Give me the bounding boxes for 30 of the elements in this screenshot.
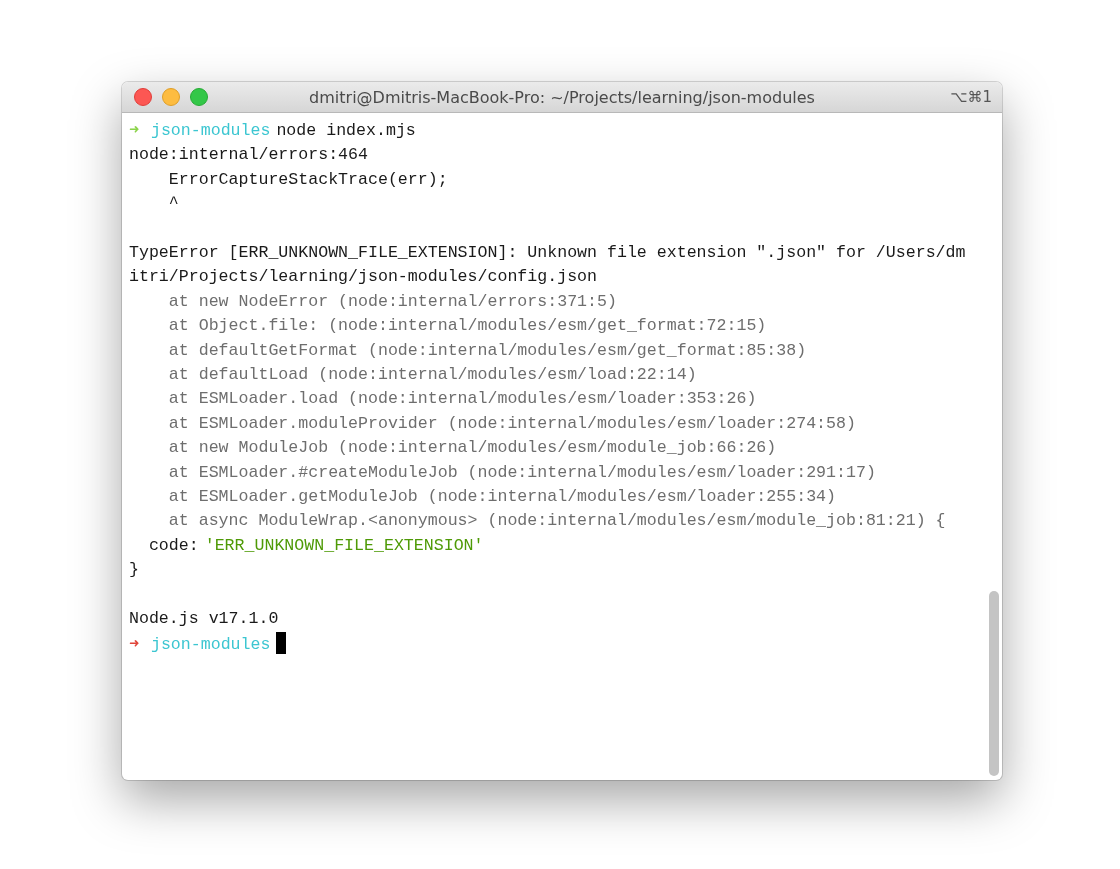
stack-trace-line: at ESMLoader.load (node:internal/modules/esm/loader:353:26) [167,388,758,411]
output-line: itri/Projects/learning/json-modules/config.json [129,266,599,289]
stack-trace-line: at ESMLoader.moduleProvider (node:internal/modules/esm/loader:274:58) [167,412,857,435]
prompt-arrow: ➜ [129,634,139,654]
prompt-directory: json-modules [150,121,271,140]
stack-trace-line: at new NodeError (node:internal/errors:371:5) [167,290,618,313]
output-line: Node.js v17.1.0 [129,608,280,631]
minimize-button[interactable] [162,88,180,106]
output-line: ErrorCaptureStackTrace(err); [167,168,449,191]
shortcut-label: ⌥⌘1 [950,88,993,106]
output-line: } [129,559,140,582]
zoom-button[interactable] [190,88,208,106]
window-title: dmitri@Dmitris-MacBook-Pro: ~/Projects/learning/json-modules [308,87,816,107]
stack-trace-line: at ESMLoader.getModuleJob (node:internal/modules/esm/loader:255:34) [167,486,837,509]
stack-trace-line: at Object.file: (node:internal/modules/esm/get_format:72:15) [167,315,768,338]
property-key: code: [129,535,199,555]
close-button[interactable] [134,88,152,106]
stack-trace-line: at async ModuleWrap.<anonymous> (node:internal/modules/esm/module_job:81:21) { [167,510,947,533]
output-line: TypeError [ERR_UNKNOWN_FILE_EXTENSION]: Unknown file extension ".json" for /Users/dm [129,242,967,264]
prompt-directory: json-modules [150,634,271,654]
output-line: node:internal/errors:464 [129,144,369,167]
stack-trace-line: at defaultLoad (node:internal/modules/esm/load:22:14) [167,364,698,387]
command-text: node index.mjs [276,121,416,140]
stack-trace-line: at defaultGetFormat (node:internal/modules/esm/get_format:85:38) [167,339,808,362]
string-value: 'ERR_UNKNOWN_FILE_EXTENSION' [204,535,484,555]
prompt-arrow: ➜ [129,121,139,140]
stack-trace-line: at new ModuleJob (node:internal/modules/esm/module_job:66:26) [167,437,778,460]
scrollbar-thumb[interactable] [989,591,999,776]
stack-trace-line: at ESMLoader.#createModuleJob (node:internal/modules/esm/loader:291:17) [167,461,877,484]
output-line: ^ [167,193,180,216]
